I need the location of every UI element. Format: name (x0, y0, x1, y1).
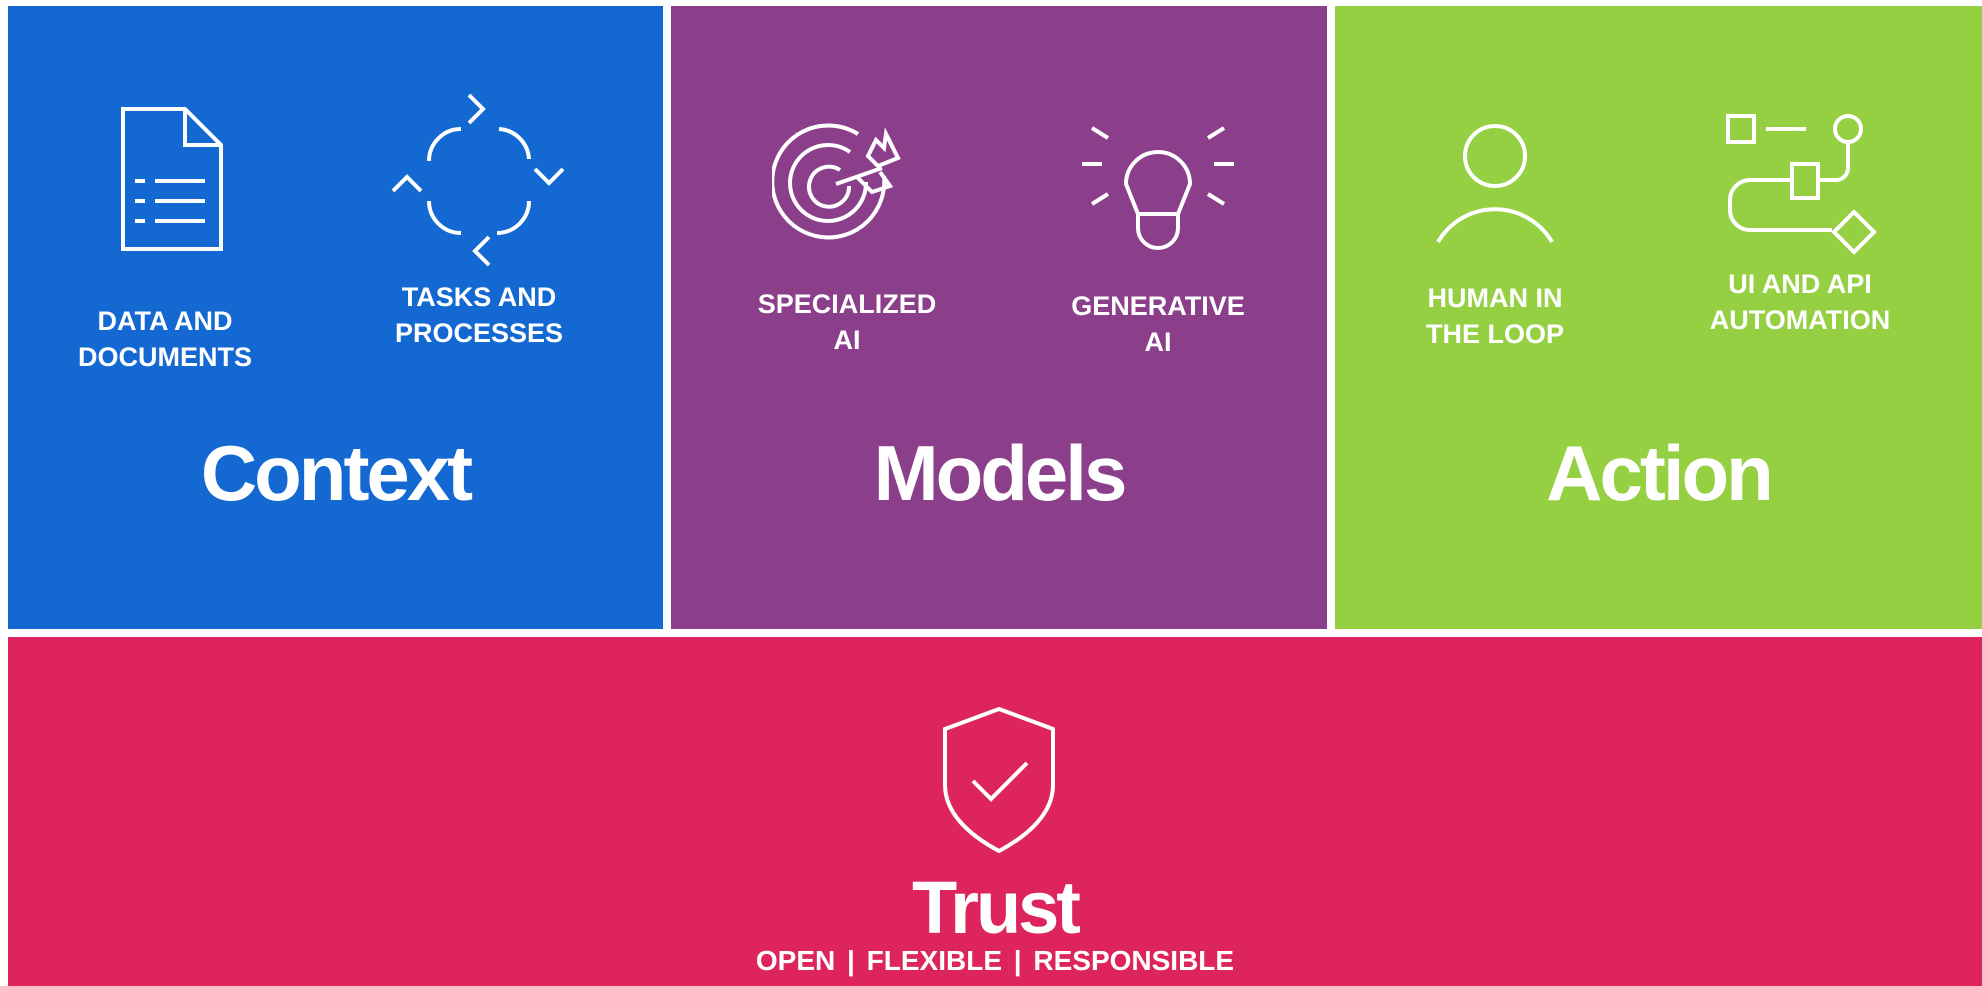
tasks-and-processes-item: TASKS AND PROCESSES (349, 91, 609, 351)
document-icon (121, 107, 223, 251)
ui-and-api-automation-item: UI AND API AUTOMATION (1670, 106, 1930, 338)
context-title: Context (200, 429, 473, 517)
trust-panel: Trust OPEN | FLEXIBLE | RESPONSIBLE (8, 637, 1982, 986)
person-icon (1436, 124, 1554, 244)
target-icon (772, 123, 901, 240)
action-panel: HUMAN IN THE LOOP UI AND API AUTOMATION … (1335, 6, 1982, 629)
workflow-icon (1726, 114, 1877, 255)
specialized-ai-item: SPECIALIZED AI (717, 116, 977, 358)
trust-subtitle: OPEN | FLEXIBLE | RESPONSIBLE (755, 945, 1235, 976)
tasks-and-processes-label: TASKS AND PROCESSES (394, 282, 564, 348)
specialized-ai-label: SPECIALIZED AI (757, 289, 937, 355)
models-panel: SPECIALIZED AI GENERATIVE AI Models (671, 6, 1327, 629)
action-title: Action (1546, 429, 1774, 517)
human-in-the-loop-item: HUMAN IN THE LOOP (1365, 120, 1625, 352)
human-in-the-loop-label: HUMAN IN THE LOOP (1425, 283, 1564, 349)
trust-title: Trust (912, 866, 1081, 949)
lightbulb-icon (1082, 126, 1234, 250)
ui-and-api-automation-label: UI AND API AUTOMATION (1709, 269, 1891, 335)
cycle-arrows-icon (391, 93, 565, 267)
generative-ai-label: GENERATIVE AI (1071, 291, 1245, 357)
shield-check-icon (943, 706, 1055, 854)
context-panel: DATA AND DOCUMENTS TASKS AND PROCESSES C… (8, 6, 663, 629)
data-and-documents-label: DATA AND DOCUMENTS (78, 306, 252, 372)
models-title: Models (873, 429, 1128, 517)
generative-ai-item: GENERATIVE AI (1028, 114, 1288, 360)
data-and-documents-item: DATA AND DOCUMENTS (35, 101, 295, 375)
